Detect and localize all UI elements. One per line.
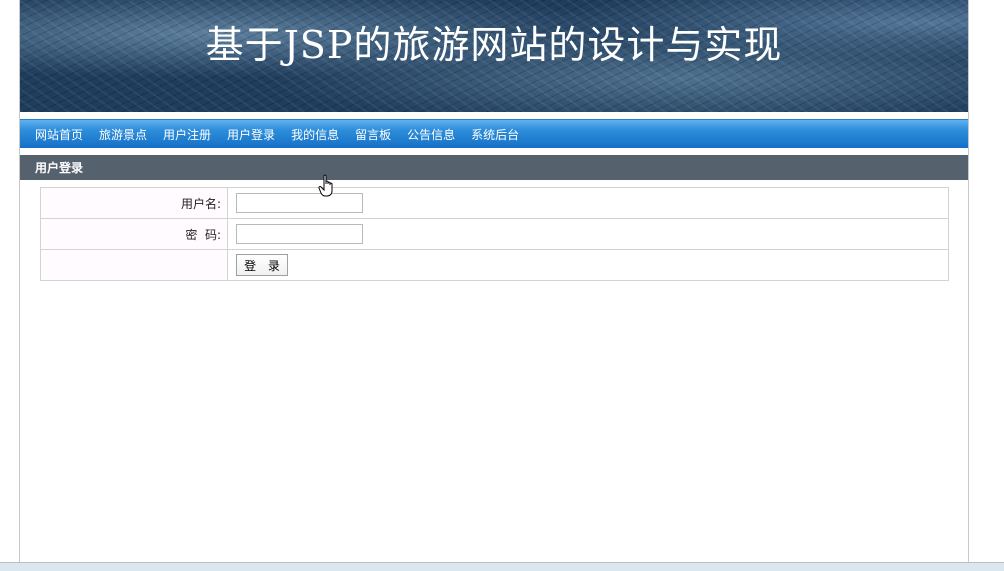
username-row: 用户名: — [40, 187, 949, 219]
username-label: 用户名: — [40, 187, 228, 219]
site-title: 基于JSP的旅游网站的设计与实现 — [205, 23, 783, 67]
password-input[interactable] — [236, 224, 363, 244]
login-button[interactable]: 登 录 — [236, 254, 288, 276]
browser-page: 基于JSP的旅游网站的设计与实现 网站首页 旅游景点 用户注册 用户登录 我的信… — [0, 0, 1004, 571]
nav-item-home[interactable]: 网站首页 — [35, 126, 83, 143]
section-title: 用户登录 — [35, 161, 84, 175]
nav-item-register[interactable]: 用户注册 — [163, 126, 211, 143]
main-nav: 网站首页 旅游景点 用户注册 用户登录 我的信息 留言板 公告信息 系统后台 — [20, 119, 968, 148]
nav-item-announcements[interactable]: 公告信息 — [407, 126, 455, 143]
submit-row: 登 录 — [40, 249, 949, 281]
password-row: 密 码: — [40, 218, 949, 250]
nav-item-message-board[interactable]: 留言板 — [355, 126, 391, 143]
password-cell — [227, 218, 949, 250]
nav-item-my-info[interactable]: 我的信息 — [291, 126, 339, 143]
browser-status-bar — [0, 562, 1004, 571]
password-label: 密 码: — [40, 218, 228, 250]
username-input[interactable] — [236, 193, 363, 213]
section-header: 用户登录 — [20, 155, 968, 180]
hand-pointer-icon — [318, 174, 333, 197]
submit-label-cell — [40, 249, 228, 281]
login-form-table: 用户名: 密 码: 登 录 — [40, 187, 949, 281]
nav-item-admin[interactable]: 系统后台 — [471, 126, 519, 143]
site-banner: 基于JSP的旅游网站的设计与实现 — [20, 0, 968, 112]
nav-item-attractions[interactable]: 旅游景点 — [99, 126, 147, 143]
submit-cell: 登 录 — [227, 249, 949, 281]
site-container: 基于JSP的旅游网站的设计与实现 网站首页 旅游景点 用户注册 用户登录 我的信… — [19, 0, 969, 562]
nav-item-login[interactable]: 用户登录 — [227, 126, 275, 143]
